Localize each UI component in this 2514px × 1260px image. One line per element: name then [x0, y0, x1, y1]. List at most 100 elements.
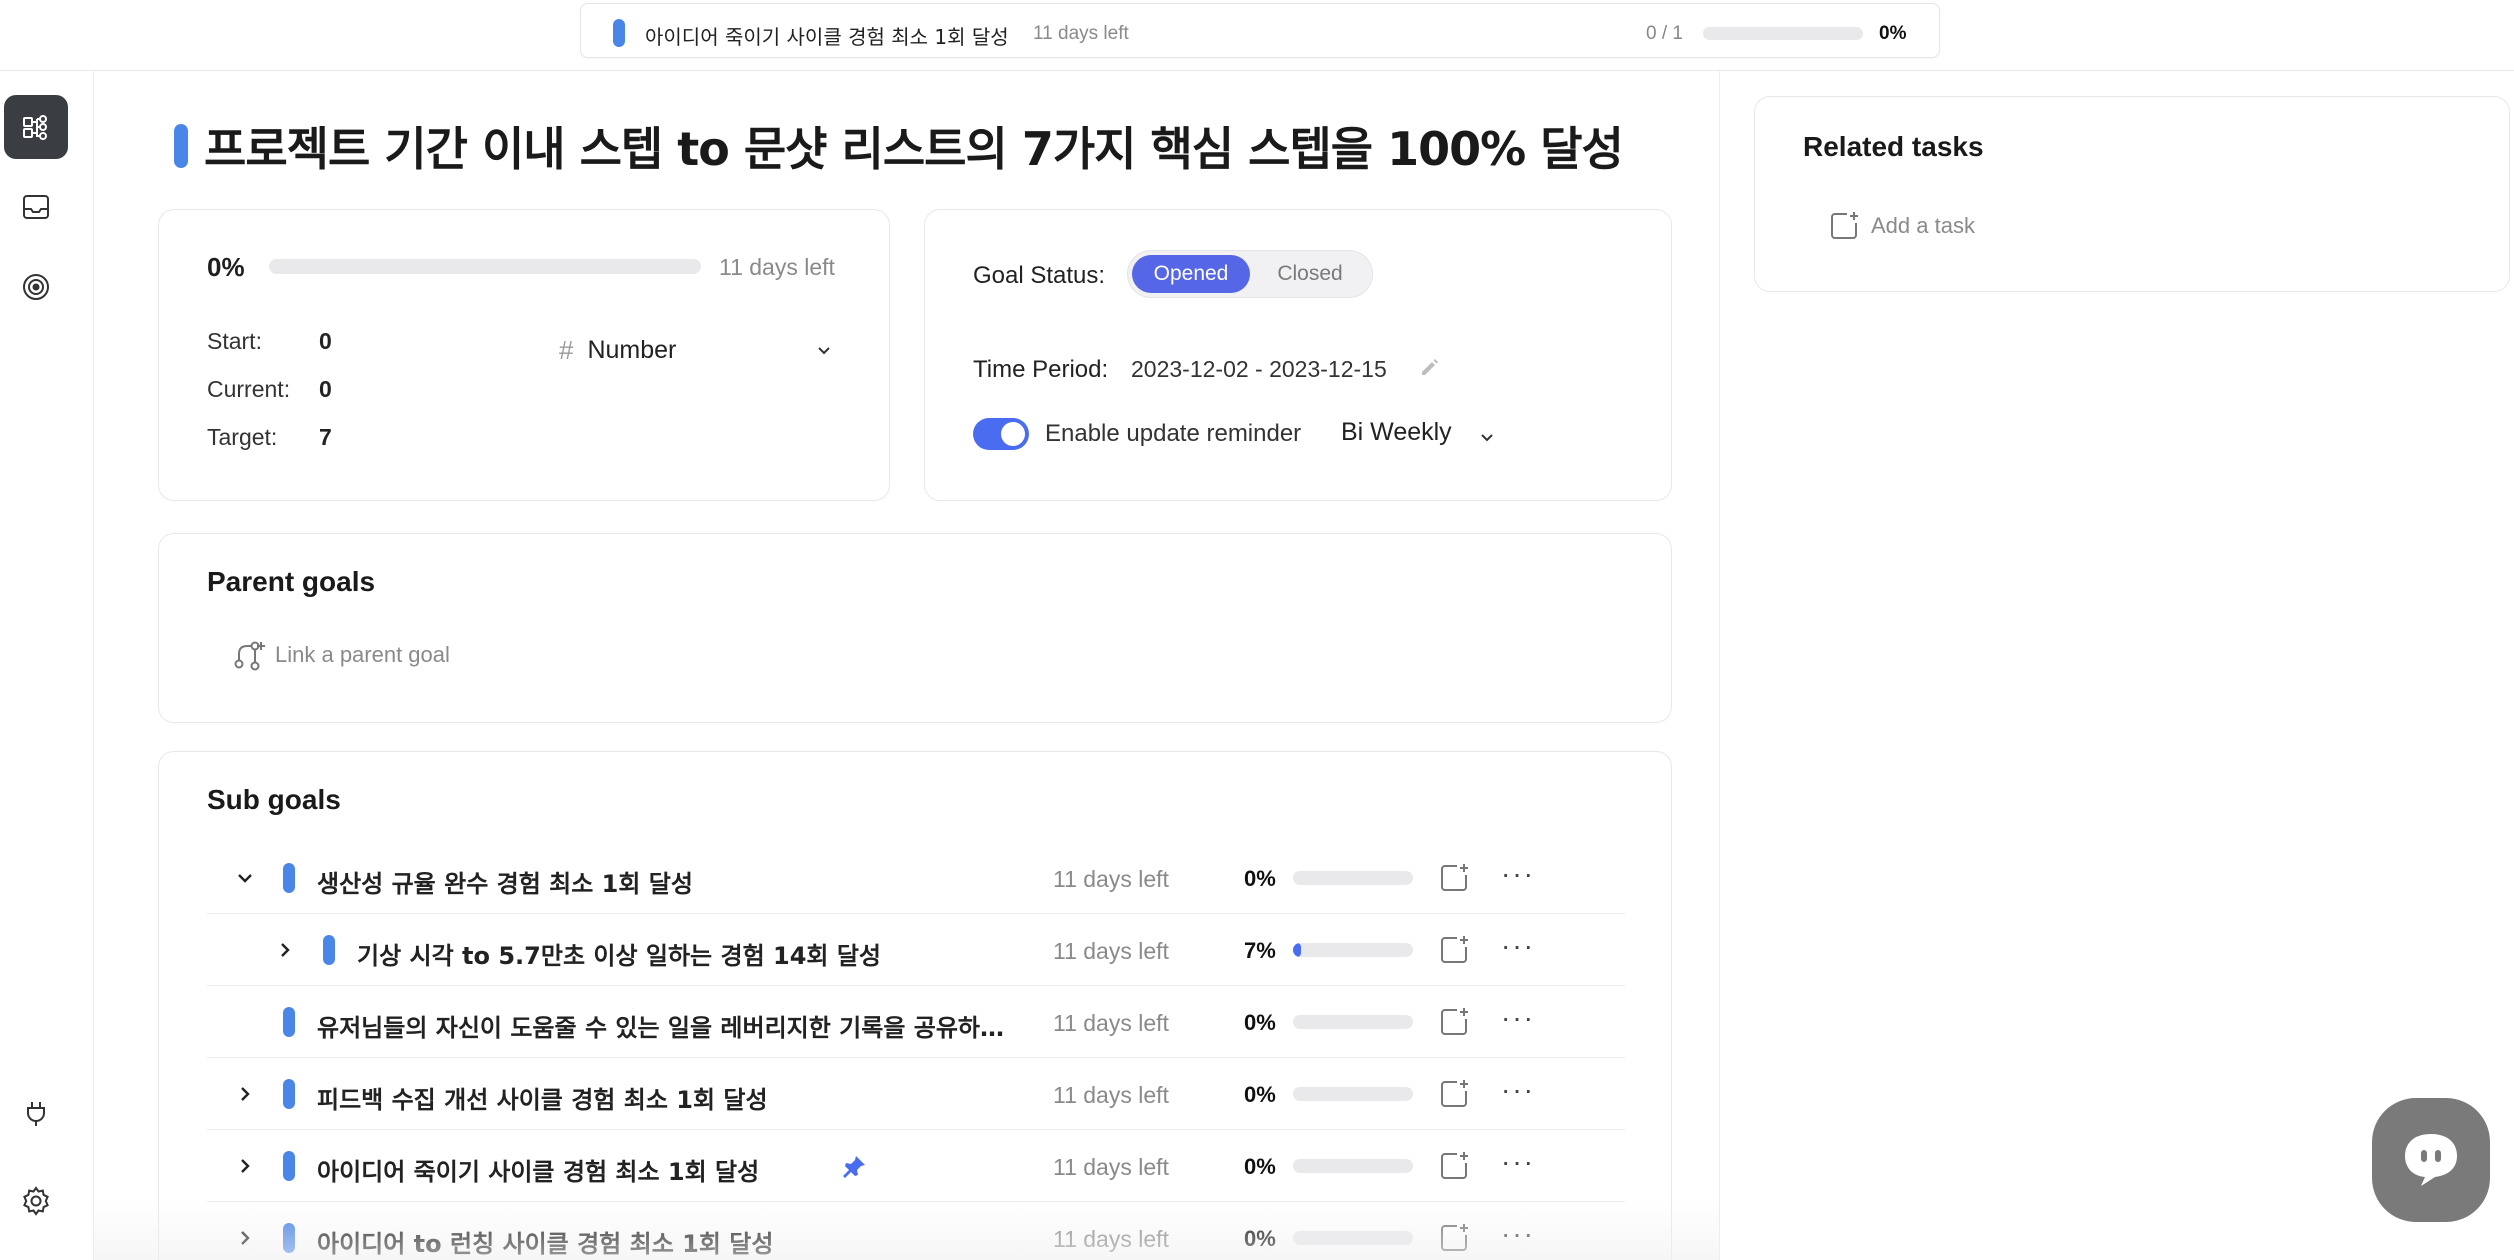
add-task-icon[interactable]: [1437, 1221, 1471, 1255]
more-options-button[interactable]: ···: [1501, 1146, 1535, 1178]
sub-goal-progress-bar: [1293, 1231, 1413, 1245]
related-tasks-card: Related tasks Add a task: [1754, 96, 2510, 292]
sub-goal-row[interactable]: 피드백 수집 개선 사이클 경험 최소 1회 달성 11 days left 0…: [207, 1058, 1625, 1130]
reminder-frequency-select[interactable]: Bi Weekly: [1341, 418, 1452, 447]
sub-goal-pct: 0%: [1244, 1226, 1276, 1251]
related-tasks-heading: Related tasks: [1803, 131, 1984, 162]
add-task-icon[interactable]: [1437, 861, 1471, 895]
current-label: Current:: [207, 376, 291, 402]
sub-goal-progress-bar: [1293, 1015, 1413, 1029]
sub-goal-row[interactable]: 아이디어 to 런칭 사이클 경험 최소 1회 달성 11 days left …: [207, 1202, 1625, 1260]
more-options-button[interactable]: ···: [1501, 1002, 1535, 1034]
days-left: 11 days left: [719, 254, 835, 280]
sub-goal-pct: 0%: [1244, 1010, 1276, 1035]
sub-goal-progress-bar: [1293, 871, 1413, 885]
pinned-goal-card[interactable]: 아이디어 죽이기 사이클 경험 최소 1회 달성 11 days left 0 …: [580, 3, 1940, 58]
goal-detail-main: 프로젝트 기간 이내 스텝 to 문샷 리스트의 7가지 핵심 스텝을 100%…: [94, 71, 1720, 1260]
parent-goals-heading: Parent goals: [207, 566, 376, 597]
status-opened-option[interactable]: Opened: [1132, 255, 1250, 293]
goal-color-pill: [283, 1079, 295, 1109]
target-icon: [23, 274, 49, 300]
sidebar-item-targets[interactable]: [4, 255, 68, 319]
sidebar-item-settings[interactable]: [4, 1169, 68, 1233]
pencil-icon[interactable]: [1419, 356, 1441, 378]
current-row: Current: 0: [207, 376, 332, 403]
sub-goal-progress-bar: [1293, 1159, 1413, 1173]
pinned-goal-days-left: 11 days left: [1033, 23, 1129, 44]
metric-type-select[interactable]: # Number: [559, 330, 849, 370]
plug-icon: [27, 1102, 45, 1126]
more-options-button[interactable]: ···: [1501, 1218, 1535, 1250]
add-task-icon: [1831, 212, 1858, 239]
target-label: Target:: [207, 424, 278, 450]
goal-color-pill: [283, 1007, 295, 1037]
pinned-goal-title: 아이디어 죽이기 사이클 경험 최소 1회 달성: [645, 25, 1009, 49]
goal-status-toggle: Opened Closed: [1127, 250, 1373, 298]
pin-icon[interactable]: [841, 1154, 867, 1180]
chevron-down-icon[interactable]: [233, 866, 257, 890]
sub-goal-days-left: 11 days left: [1053, 1154, 1169, 1180]
sub-goal-pct: 0%: [1244, 866, 1276, 891]
add-task-icon[interactable]: [1437, 933, 1471, 967]
more-options-button[interactable]: ···: [1501, 1074, 1535, 1106]
add-task-button[interactable]: Add a task: [1827, 209, 1975, 243]
link-goal-icon: [234, 641, 265, 671]
sub-goal-name[interactable]: 기상 시각 to 5.7만초 이상 일하는 경험 14회 달성: [357, 936, 881, 971]
sub-goal-row[interactable]: 생산성 규율 완수 경험 최소 1회 달성 11 days left 0% ··…: [207, 842, 1625, 914]
more-options-button[interactable]: ···: [1501, 858, 1535, 890]
status-card: Goal Status: Opened Closed Time Period: …: [924, 209, 1672, 501]
sub-goal-progress-bar: [1293, 943, 1413, 957]
sidebar-item-integrations[interactable]: [4, 1081, 68, 1145]
add-task-icon[interactable]: [1437, 1077, 1471, 1111]
sidebar-item-inbox[interactable]: [4, 175, 68, 239]
chevron-right-icon[interactable]: [233, 1226, 257, 1250]
goal-color-pill: [283, 863, 295, 893]
time-period-label: Time Period:: [973, 356, 1109, 383]
goal-color-pill: [283, 1151, 295, 1181]
gear-icon: [23, 1186, 49, 1216]
more-options-button[interactable]: ···: [1501, 930, 1535, 962]
goal-title-row: 프로젝트 기간 이내 스텝 to 문샷 리스트의 7가지 핵심 스텝을 100%…: [174, 113, 1624, 179]
sub-goal-name[interactable]: 아이디어 죽이기 사이클 경험 최소 1회 달성: [317, 1152, 759, 1187]
start-value[interactable]: 0: [319, 328, 332, 355]
goal-color-pill[interactable]: [174, 124, 188, 168]
sub-goal-name[interactable]: 유저님들의 자신이 도움줄 수 있는 일을 레버리지한 기록을 공유하…: [317, 1008, 1004, 1043]
time-period-value[interactable]: 2023-12-02 - 2023-12-15: [1131, 356, 1387, 383]
current-value[interactable]: 0: [319, 376, 332, 403]
chevron-right-icon[interactable]: [273, 938, 297, 962]
start-row: Start: 0: [207, 328, 332, 355]
add-task-icon[interactable]: [1437, 1149, 1471, 1183]
pinned-goal-progress-pct: 0%: [1879, 23, 1907, 44]
top-bar: 아이디어 죽이기 사이클 경험 최소 1회 달성 11 days left 0 …: [0, 0, 2514, 71]
chat-button[interactable]: [2372, 1098, 2490, 1222]
sub-goal-name[interactable]: 생산성 규율 완수 경험 최소 1회 달성: [317, 864, 693, 899]
sub-goal-row[interactable]: 기상 시각 to 5.7만초 이상 일하는 경험 14회 달성 11 days …: [207, 914, 1625, 986]
chevron-down-icon[interactable]: [1477, 428, 1497, 448]
parent-goals-card: Parent goals Link a parent goal: [158, 533, 1672, 723]
add-task-icon[interactable]: [1437, 1005, 1471, 1039]
sub-goal-name[interactable]: 피드백 수집 개선 사이클 경험 최소 1회 달성: [317, 1080, 768, 1115]
chevron-right-icon[interactable]: [233, 1082, 257, 1106]
sub-goal-pct: 7%: [1244, 938, 1276, 963]
target-value[interactable]: 7: [319, 424, 332, 451]
status-closed-option[interactable]: Closed: [1252, 255, 1368, 293]
sub-goal-pct: 0%: [1244, 1082, 1276, 1107]
link-parent-goal-button[interactable]: Link a parent goal: [231, 638, 450, 672]
update-reminder-switch[interactable]: [973, 418, 1029, 450]
sub-goals-heading: Sub goals: [207, 784, 341, 815]
hash-icon: #: [559, 334, 574, 365]
chevron-right-icon[interactable]: [233, 1154, 257, 1178]
sub-goal-row[interactable]: 유저님들의 자신이 도움줄 수 있는 일을 레버리지한 기록을 공유하… 11 …: [207, 986, 1625, 1058]
goal-color-pill: [613, 19, 625, 47]
switch-knob: [1001, 422, 1025, 446]
sidebar-item-goals[interactable]: [4, 95, 68, 159]
sidebar: [0, 71, 94, 1260]
goal-color-pill: [283, 1223, 295, 1253]
sub-goal-row[interactable]: 아이디어 죽이기 사이클 경험 최소 1회 달성 11 days left 0%…: [207, 1130, 1625, 1202]
goal-title[interactable]: 프로젝트 기간 이내 스텝 to 문샷 리스트의 7가지 핵심 스텝을 100%…: [204, 113, 1624, 179]
pinned-goal-count: 0 / 1: [1646, 23, 1683, 44]
sub-goal-progress-bar: [1293, 1087, 1413, 1101]
sub-goal-days-left: 11 days left: [1053, 1082, 1169, 1108]
sub-goal-name[interactable]: 아이디어 to 런칭 사이클 경험 최소 1회 달성: [317, 1224, 773, 1259]
add-task-label: Add a task: [1871, 213, 1975, 238]
